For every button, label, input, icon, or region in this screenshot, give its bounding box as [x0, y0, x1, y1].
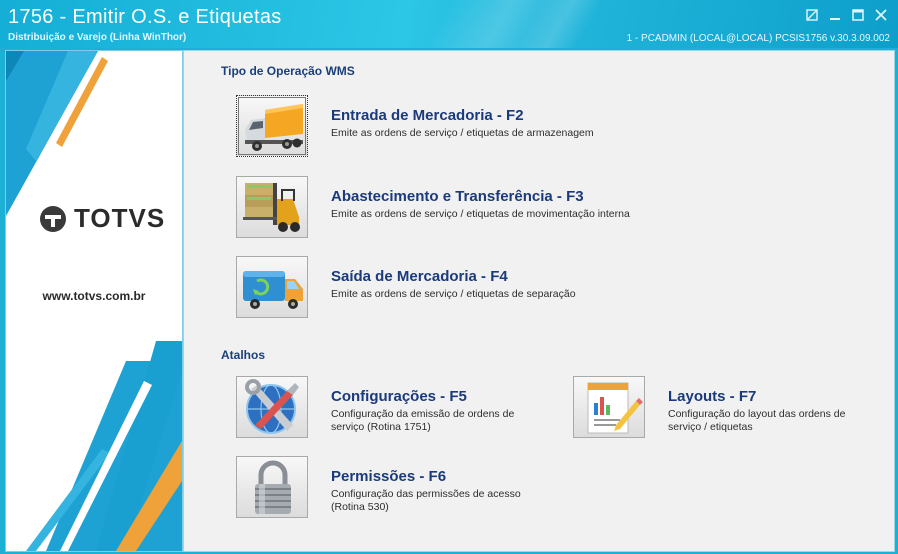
window-subtitle: Distribuição e Varejo (Linha WinThor): [8, 32, 187, 43]
brand-panel: TOTVS www.totvs.com.br: [5, 50, 183, 552]
configuracoes-icon[interactable]: [236, 376, 308, 438]
layouts-label: Layouts - F7: [668, 388, 757, 405]
window-title: 1756 - Emitir O.S. e Etiquetas: [8, 6, 282, 28]
entrada-label: Entrada de Mercadoria - F2: [331, 107, 524, 124]
saida-description: Emite as ordens de serviço / etiquetas d…: [331, 288, 576, 300]
main-panel: Tipo de Operação WMS Entrada de Mercador…: [183, 50, 895, 552]
saida-icon[interactable]: [236, 256, 308, 318]
layouts-description: Configuração do layout das ordens de ser…: [668, 408, 846, 433]
website-link[interactable]: www.totvs.com.br: [6, 289, 182, 303]
permissoes-description: Configuração das permissões de acesso (R…: [331, 488, 521, 513]
abastecimento-option[interactable]: Abastecimento e Transferência - F3 Emite…: [236, 176, 666, 240]
saida-mercadoria-option[interactable]: Saída de Mercadoria - F4 Emite as ordens…: [236, 256, 616, 320]
section-title-wms: Tipo de Operação WMS: [221, 64, 355, 78]
permissoes-label: Permissões - F6: [331, 468, 447, 485]
entrada-description: Emite as ordens de serviço / etiquetas d…: [331, 127, 594, 139]
configuracoes-description: Configuração da emissão de ordens de ser…: [331, 408, 515, 433]
layouts-icon[interactable]: [573, 376, 645, 438]
restore-icon[interactable]: [805, 8, 819, 22]
padlock-icon: [255, 460, 291, 514]
maximize-icon[interactable]: [851, 8, 865, 22]
entrada-mercadoria-option[interactable]: Entrada de Mercadoria - F2 Emite as orde…: [236, 95, 616, 159]
window-controls: [805, 8, 888, 22]
close-icon[interactable]: [874, 8, 888, 22]
totvs-logo-icon: [40, 205, 66, 232]
abastecimento-description: Emite as ordens de serviço / etiquetas d…: [331, 208, 630, 220]
configuracoes-option[interactable]: Configurações - F5 Configuração da emiss…: [236, 376, 546, 440]
truck-icon: [245, 104, 303, 151]
entrada-icon[interactable]: [236, 95, 308, 157]
permissoes-icon[interactable]: [236, 456, 308, 518]
delivery-truck-icon: [243, 271, 303, 309]
abastecimento-icon[interactable]: [236, 176, 308, 238]
section-title-atalhos: Atalhos: [221, 348, 266, 362]
document-chart-icon: [587, 382, 643, 434]
tools-globe-icon: [245, 379, 299, 434]
totvs-logo: TOTVS: [38, 203, 165, 234]
abastecimento-label: Abastecimento e Transferência - F3: [331, 188, 584, 205]
saida-label: Saída de Mercadoria - F4: [331, 268, 508, 285]
logo-text: TOTVS: [74, 203, 166, 233]
configuracoes-label: Configurações - F5: [331, 388, 467, 405]
title-bar: 1756 - Emitir O.S. e Etiquetas Distribui…: [0, 0, 898, 48]
minimize-icon[interactable]: [828, 8, 842, 22]
permissoes-option[interactable]: Permissões - F6 Configuração das permiss…: [236, 456, 546, 520]
session-status: 1 - PCADMIN (LOCAL@LOCAL) PCSIS1756 v.30…: [626, 33, 890, 44]
forklift-icon: [243, 183, 300, 232]
layouts-option[interactable]: Layouts - F7 Configuração do layout das …: [573, 376, 873, 440]
